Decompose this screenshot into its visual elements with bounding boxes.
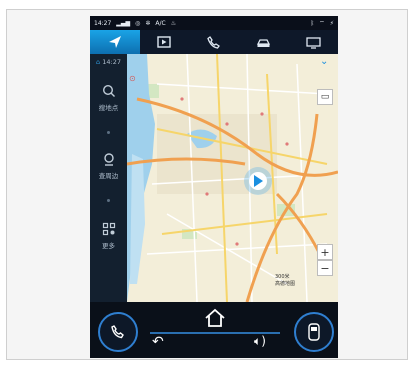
- minus-icon: −: [320, 261, 330, 275]
- volume-button[interactable]: 🔈︎): [254, 334, 266, 349]
- map-canvas: [127, 54, 338, 302]
- status-time: 14:27: [94, 19, 112, 27]
- usb-icon: ⚡: [329, 19, 334, 27]
- tab-media[interactable]: [140, 30, 190, 54]
- zoom-out-button[interactable]: −: [317, 260, 333, 276]
- nearby-label: 查周边: [98, 172, 119, 180]
- more-button[interactable]: 更多: [90, 222, 127, 250]
- compass-icon[interactable]: ⊙: [129, 74, 136, 83]
- search-place-label: 搜地点: [98, 104, 119, 112]
- map-view[interactable]: ▭ ⌄ ⊙ + − 300米 高德地图: [127, 54, 338, 302]
- back-arrow-icon: ↶: [152, 334, 164, 350]
- home-icon: [205, 308, 225, 327]
- nearby-pin-icon: [103, 153, 114, 166]
- search-place-icon: [102, 84, 115, 97]
- tab-phone[interactable]: [189, 30, 239, 54]
- status-bar: 14:27 ▂▄▆ ◎ ✲ A/C ♨ ᛒ ⌔ ⚡: [90, 16, 338, 30]
- layers-button[interactable]: ▭: [317, 89, 333, 105]
- home-icon: ⌂: [96, 58, 101, 66]
- home-button[interactable]: [203, 308, 227, 328]
- back-button[interactable]: ↶: [152, 334, 164, 350]
- bottom-bar: ↶ 🔈︎): [90, 302, 338, 358]
- tab-apps[interactable]: [288, 30, 338, 54]
- collapse-chevron-icon[interactable]: ⌄: [320, 56, 328, 67]
- nearby-button[interactable]: 查周边: [90, 152, 127, 180]
- bluetooth-icon: ᛒ: [310, 19, 315, 27]
- car-settings-icon: [257, 38, 271, 47]
- more-grid-icon: [102, 222, 115, 236]
- seat-heat-icon: ♨: [170, 19, 177, 27]
- car-icon: ◎: [135, 19, 141, 27]
- layers-icon: ▭: [320, 92, 330, 102]
- tab-navigation[interactable]: [90, 30, 140, 54]
- side-time: 14:27: [102, 58, 121, 66]
- more-label: 更多: [102, 242, 115, 250]
- wifi-icon: ⌔: [319, 20, 325, 27]
- zoom-in-button[interactable]: +: [317, 244, 333, 260]
- divider-dot: [107, 199, 110, 202]
- fan-icon: ✲: [145, 19, 151, 27]
- search-place-button[interactable]: 搜地点: [90, 84, 127, 112]
- navigation-arrow-icon: [108, 36, 121, 48]
- map-brand: 高德地图: [275, 281, 296, 287]
- voice-button[interactable]: [98, 312, 138, 352]
- ac-label: A/C: [155, 19, 166, 27]
- tab-vehicle[interactable]: [239, 30, 289, 54]
- map-side-panel: ⌂ 14:27 搜地点 查周边 更多: [90, 54, 127, 302]
- screen-link-icon: [306, 36, 321, 49]
- map-scale: 300米: [275, 274, 290, 280]
- signal-icon: ▂▄▆: [116, 19, 131, 27]
- top-nav: [90, 30, 338, 56]
- divider-dot: [107, 131, 110, 134]
- phone-voice-icon: [111, 325, 124, 339]
- car-status-button[interactable]: [294, 312, 334, 352]
- side-time-row[interactable]: ⌂ 14:27: [90, 58, 127, 66]
- car-top-icon: [308, 323, 320, 341]
- volume-icon: 🔈︎): [254, 334, 266, 348]
- phone-icon: [207, 35, 221, 49]
- car-infotainment-screen: 14:27 ▂▄▆ ◎ ✲ A/C ♨ ᛒ ⌔ ⚡ ⌂ 14:27 搜地点 查周…: [90, 16, 338, 358]
- plus-icon: +: [320, 245, 330, 259]
- video-icon: [157, 36, 172, 48]
- map-scale-block: 300米 高德地图: [275, 274, 295, 288]
